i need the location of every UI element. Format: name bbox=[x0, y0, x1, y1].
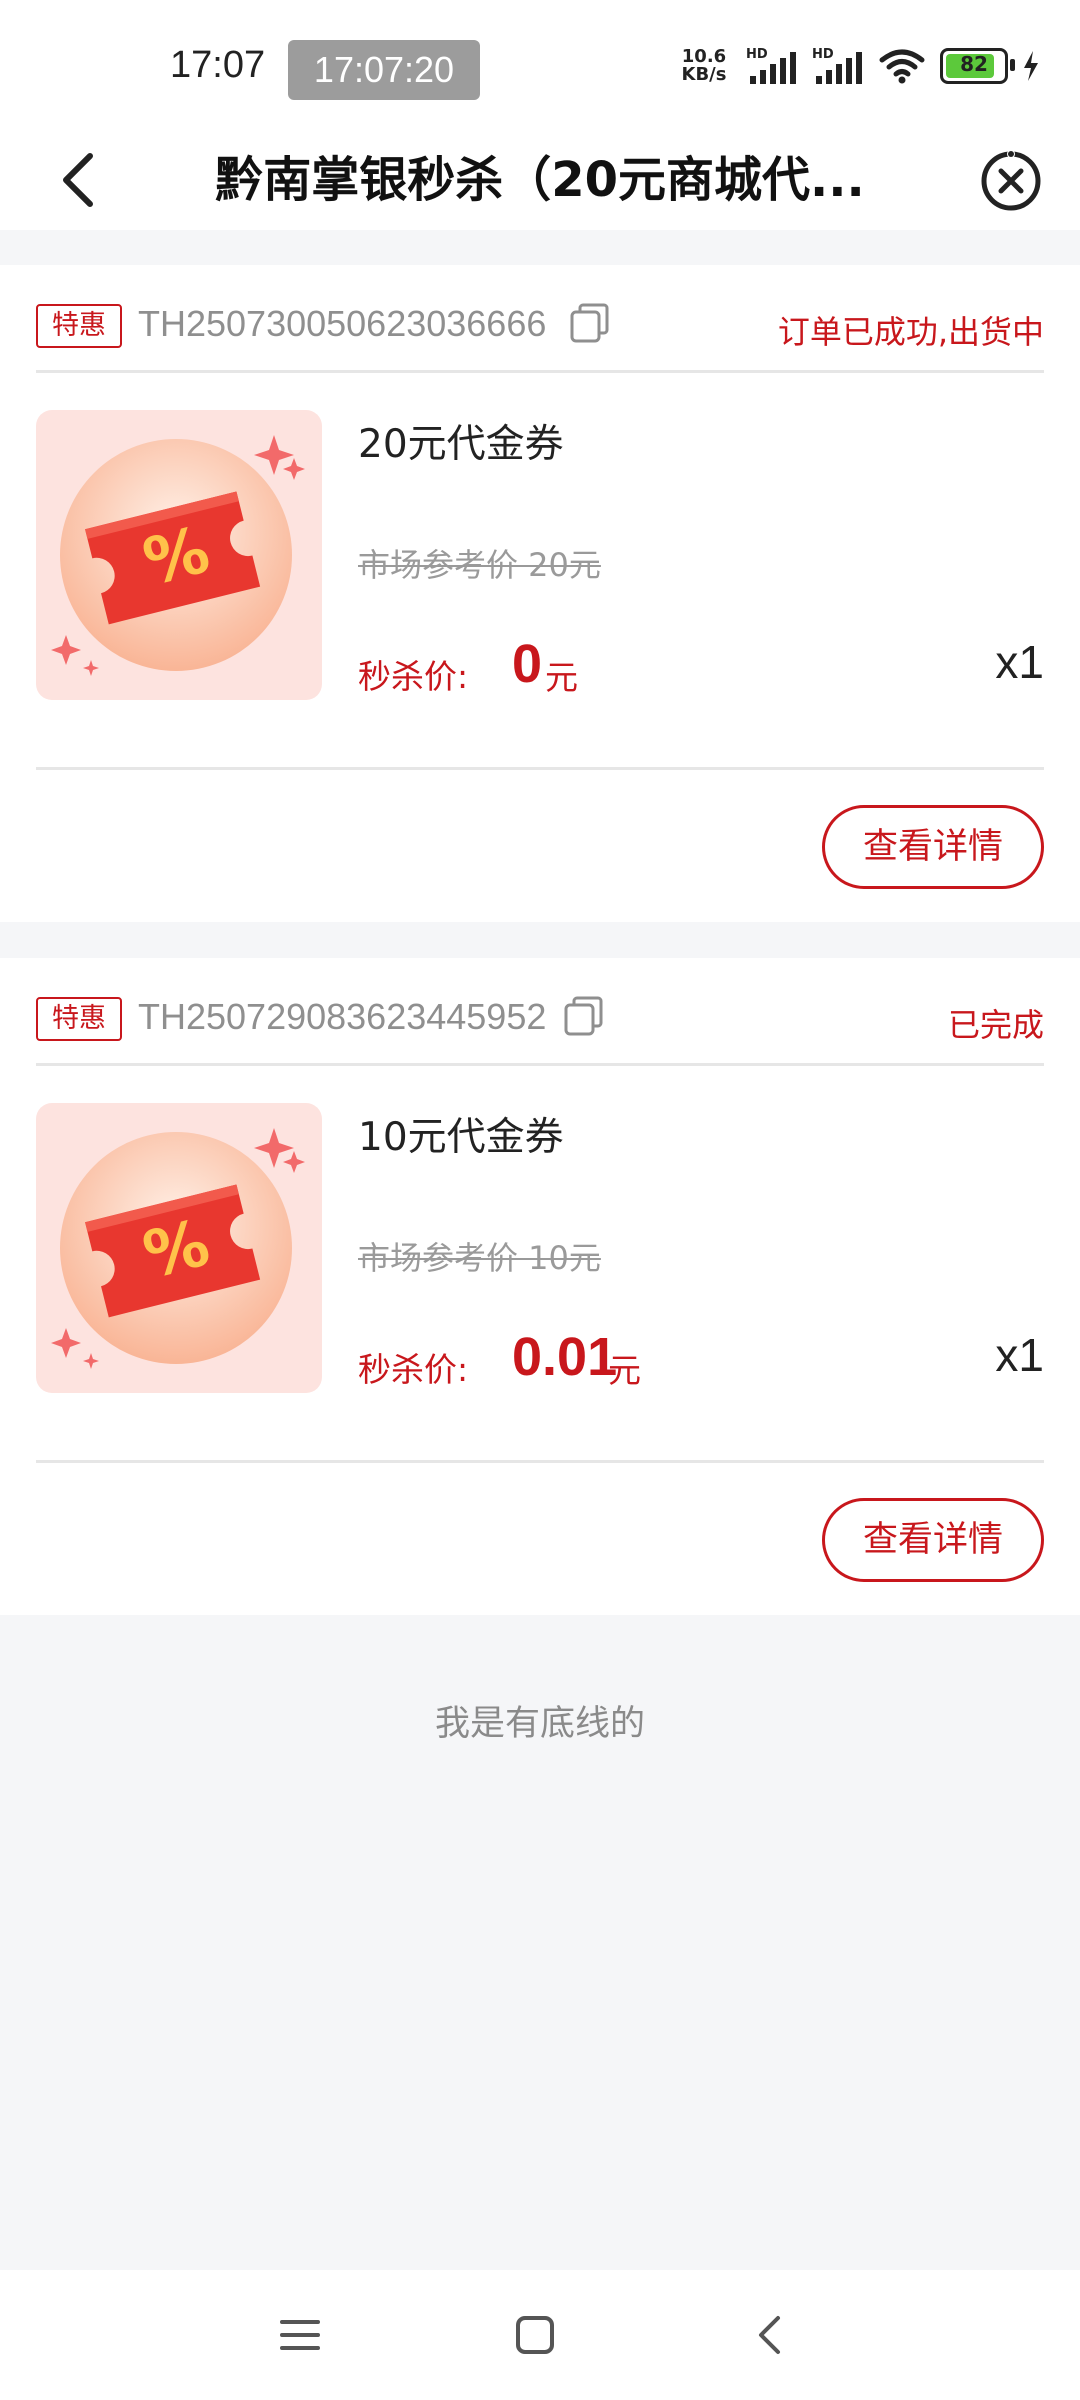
product-name: 10元代金券 bbox=[358, 1115, 564, 1160]
special-offer-tag: 特惠 bbox=[36, 304, 122, 348]
divider bbox=[36, 767, 1044, 770]
battery-level: 82 bbox=[960, 52, 988, 76]
end-of-list-note: 我是有底线的 bbox=[434, 1704, 645, 1744]
special-offer-tag: 特惠 bbox=[36, 997, 122, 1041]
network-speed: 10.6 KB/s bbox=[676, 48, 732, 84]
status-time: 17:07 bbox=[170, 44, 266, 86]
divider bbox=[36, 1063, 1044, 1066]
order-card: 特惠 TH250729083623445952 已完成 % 10元代金券 市场参… bbox=[0, 958, 1080, 1615]
coupon-ticket-icon: % bbox=[51, 435, 305, 676]
quantity: x1 bbox=[995, 1329, 1044, 1381]
seckill-price-value: 0.01 bbox=[512, 1327, 618, 1387]
signal-icon: HD bbox=[746, 47, 796, 84]
page-title: 黔南掌银秒杀（20元商城代... bbox=[215, 152, 865, 208]
signal-hd-label: HD bbox=[746, 47, 768, 62]
product-image[interactable]: % bbox=[36, 1103, 322, 1393]
copy-icon[interactable] bbox=[568, 301, 612, 345]
coupon-ticket-icon: % bbox=[51, 1128, 305, 1369]
divider bbox=[36, 370, 1044, 373]
product-image[interactable]: % bbox=[36, 410, 322, 700]
network-speed-unit: KB/s bbox=[681, 64, 727, 85]
wifi-icon bbox=[879, 49, 925, 84]
view-details-button[interactable]: 查看详情 bbox=[822, 1498, 1044, 1582]
status-icons: 10.6 KB/s HD HD 82 bbox=[676, 44, 1040, 88]
order-header: 特惠 TH250730050623036666 订单已成功,出货中 bbox=[0, 265, 1080, 373]
back-icon[interactable] bbox=[740, 2305, 800, 2365]
signal-hd-label-2: HD bbox=[812, 47, 834, 62]
order-card: 特惠 TH250730050623036666 订单已成功,出货中 % 20元代… bbox=[0, 265, 1080, 922]
market-price: 市场参考价 10元 bbox=[358, 1239, 601, 1277]
menu-icon[interactable] bbox=[270, 2305, 330, 2365]
order-number: TH250730050623036666 bbox=[138, 303, 547, 344]
order-header: 特惠 TH250729083623445952 已完成 bbox=[0, 958, 1080, 1066]
quantity: x1 bbox=[995, 636, 1044, 688]
price-unit: 元 bbox=[545, 658, 578, 697]
order-status: 订单已成功,出货中 bbox=[777, 313, 1044, 351]
product-name: 20元代金券 bbox=[358, 422, 564, 467]
order-status: 已完成 bbox=[947, 1006, 1044, 1044]
screen-record-time-badge: 17:07:20 bbox=[288, 40, 480, 100]
seckill-price-value: 0 bbox=[512, 634, 543, 694]
seckill-price-label: 秒杀价: bbox=[358, 657, 469, 696]
seckill-price-label: 秒杀价: bbox=[358, 1350, 469, 1389]
home-icon[interactable] bbox=[505, 2305, 565, 2365]
signal-icon-2: HD bbox=[812, 47, 862, 84]
back-arrow-icon[interactable] bbox=[40, 140, 120, 220]
charging-icon bbox=[1024, 51, 1038, 81]
system-nav-bar bbox=[0, 2270, 1080, 2400]
view-details-button[interactable]: 查看详情 bbox=[822, 805, 1044, 889]
header-bar: 黔南掌银秒杀（20元商城代... bbox=[0, 130, 1080, 230]
close-miniapp-icon[interactable] bbox=[976, 146, 1046, 216]
divider bbox=[36, 1460, 1044, 1463]
copy-icon[interactable] bbox=[562, 994, 606, 1038]
battery-icon: 82 bbox=[940, 48, 1015, 84]
order-number: TH250729083623445952 bbox=[138, 996, 547, 1037]
status-bar: 17:07 17:07:20 10.6 KB/s HD HD 82 bbox=[0, 0, 1080, 130]
market-price: 市场参考价 20元 bbox=[358, 546, 601, 584]
price-unit: 元 bbox=[608, 1351, 641, 1390]
